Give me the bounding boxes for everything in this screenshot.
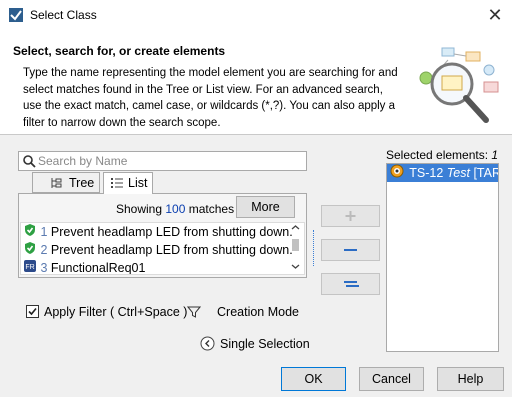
tab-list[interactable]: List: [103, 172, 153, 194]
showing-suffix: matches: [188, 202, 235, 216]
selected-item[interactable]: TS-12 Test [TARA: [387, 164, 498, 182]
list-item[interactable]: 1 Prevent headlamp LED from shutting dow…: [23, 223, 293, 241]
item-text: FunctionalReq01: [50, 261, 146, 275]
svg-text:FR: FR: [25, 264, 34, 271]
checkmark-icon: [28, 307, 37, 316]
remove-all-icon: [344, 281, 359, 287]
item-text: Prevent headlamp LED from shutting down.: [50, 243, 293, 257]
help-button[interactable]: Help: [437, 367, 504, 391]
item-index: 3: [40, 261, 48, 275]
list-item[interactable]: 2 Prevent headlamp LED from shutting dow…: [23, 241, 293, 259]
selected-item-suffix: [TARA: [473, 166, 498, 180]
single-selection-toggle[interactable]: Single Selection: [220, 337, 310, 351]
results-list: 1 Prevent headlamp LED from shutting dow…: [20, 222, 305, 275]
more-button[interactable]: More: [236, 196, 295, 218]
tab-tree-label: Tree: [69, 176, 95, 190]
search-field[interactable]: [18, 151, 307, 171]
list-item[interactable]: FR 3 FunctionalReq01: [23, 259, 146, 275]
test-case-icon: [390, 164, 406, 182]
ok-button[interactable]: OK: [281, 367, 346, 391]
search-input[interactable]: [38, 154, 298, 168]
requirement-check-icon: [23, 241, 37, 260]
close-icon[interactable]: ✕: [484, 4, 506, 26]
tab-tree[interactable]: Tree: [32, 172, 100, 193]
selected-elements-label: Selected elements: 1: [386, 148, 498, 162]
results-summary: Showing 100 matches: [116, 202, 234, 216]
header-description: Type the name representing the model ele…: [23, 67, 398, 129]
remove-button[interactable]: [321, 239, 380, 261]
functional-requirement-icon: FR: [23, 259, 37, 274]
add-button[interactable]: [321, 205, 380, 227]
apply-filter-label[interactable]: Apply Filter ( Ctrl+Space ): [44, 305, 187, 319]
app-icon: [8, 7, 24, 23]
showing-prefix: Showing: [116, 202, 163, 216]
search-icon: [22, 154, 36, 168]
apply-filter-checkbox[interactable]: [26, 305, 39, 318]
window-title: Select Class: [30, 8, 97, 22]
selected-label-text: Selected elements:: [386, 148, 489, 162]
item-index: 1: [40, 225, 48, 239]
tab-list-label: List: [128, 176, 148, 190]
search-illustration-icon: [404, 40, 504, 132]
selected-item-type: Test: [446, 166, 470, 180]
requirement-check-icon: [23, 223, 37, 242]
selected-elements-list: [386, 163, 499, 352]
item-index: 2: [40, 243, 48, 257]
cancel-button[interactable]: Cancel: [359, 367, 424, 391]
header-title: Select, search for, or create elements: [13, 44, 226, 58]
list-icon: [111, 177, 123, 192]
creation-mode-toggle[interactable]: Creation Mode: [217, 305, 299, 319]
list-scrollbar[interactable]: [288, 223, 303, 273]
tree-icon: [50, 177, 62, 192]
selected-item-name: TS-12: [409, 166, 444, 180]
single-selection-icon[interactable]: [200, 336, 215, 351]
remove-all-button[interactable]: [321, 273, 380, 295]
plus-icon: [345, 211, 356, 221]
match-count: 100: [165, 202, 186, 216]
item-text: Prevent headlamp LED from shutting down.: [50, 225, 293, 239]
filter-icon[interactable]: [186, 305, 202, 319]
selected-count: 1: [491, 148, 499, 162]
drag-handle[interactable]: [313, 230, 315, 266]
minus-icon: [344, 249, 357, 251]
